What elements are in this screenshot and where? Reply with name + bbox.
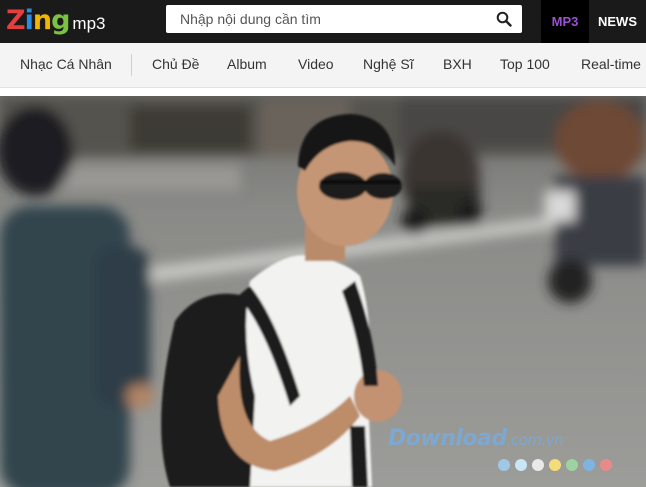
watermark-dot (498, 459, 510, 471)
menu-item-nghe-si[interactable]: Nghệ Sĩ (363, 43, 414, 87)
menu-item-video[interactable]: Video (298, 43, 334, 87)
logo-letter: g (51, 5, 70, 36)
menu-item-real-time[interactable]: Real-time (581, 43, 641, 87)
logo-letter: i (24, 5, 34, 36)
nav-tab-news[interactable]: NEWS (589, 0, 646, 43)
watermark-brand: Download (388, 426, 507, 451)
search-box (166, 5, 522, 33)
menu-item-bxh[interactable]: BXH (443, 43, 472, 87)
watermark-dots (498, 459, 612, 473)
logo-brand: Zing (6, 3, 70, 39)
download-watermark: Download.com.vn (388, 426, 564, 451)
watermark-dot (583, 459, 595, 471)
nav-tab-mp3[interactable]: MP3 (541, 0, 589, 43)
zing-mp3-logo[interactable]: Zing mp3 (6, 3, 105, 39)
menu-item-album[interactable]: Album (227, 43, 267, 87)
search-icon[interactable] (496, 11, 512, 27)
logo-letter: Z (6, 5, 26, 36)
menu-shadow-strip (0, 88, 646, 96)
watermark-dot (600, 459, 612, 471)
menu-item-nhac-ca-nhan[interactable]: Nhạc Cá Nhân (20, 43, 112, 87)
logo-letter: n (32, 5, 52, 36)
watermark-domain: .com.vn (506, 431, 564, 449)
watermark-dot (515, 459, 527, 471)
watermark-dot (566, 459, 578, 471)
watermark-dot (549, 459, 561, 471)
watermark-dot (532, 459, 544, 471)
top-bar: Zing mp3 MP3 NEWS (0, 0, 646, 43)
logo-product: mp3 (72, 14, 106, 33)
menu-divider (131, 54, 132, 76)
menu-item-top-100[interactable]: Top 100 (500, 43, 550, 87)
search-input[interactable] (180, 5, 480, 33)
menu-item-chu-de[interactable]: Chủ Đề (152, 43, 199, 87)
category-menu: Nhạc Cá Nhân Chủ Đề Album Video Nghệ Sĩ … (0, 43, 646, 88)
